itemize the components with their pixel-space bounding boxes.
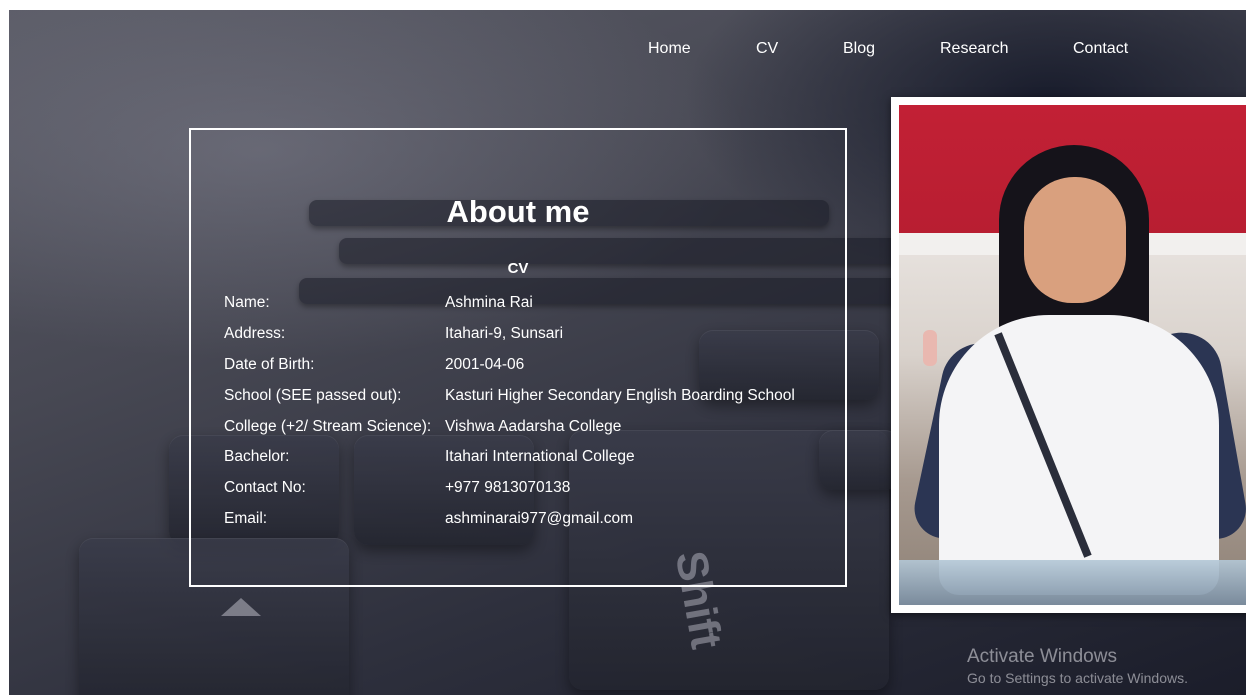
watermark-title: Activate Windows bbox=[967, 646, 1117, 667]
cv-label: Email: bbox=[224, 509, 268, 527]
windows-activation-watermark: Activate Windows Go to Settings to activ… bbox=[967, 646, 1188, 686]
cv-label: Bachelor: bbox=[224, 448, 290, 466]
cv-row-dob: Date of Birth: 2001-04-06 bbox=[224, 350, 795, 381]
profile-photo bbox=[899, 105, 1246, 605]
nav-research[interactable]: Research bbox=[940, 40, 1008, 58]
cv-value: Itahari-9, Sunsari bbox=[445, 325, 564, 343]
nav-blog[interactable]: Blog bbox=[843, 40, 875, 58]
arrow-key-glyph-icon bbox=[221, 598, 261, 616]
cv-label: School (SEE passed out): bbox=[224, 386, 402, 404]
cv-info-table: Name: Ashmina Rai Address: Itahari-9, Su… bbox=[224, 288, 795, 534]
cv-row-school: School (SEE passed out): Kasturi Higher … bbox=[224, 380, 795, 411]
cv-label: Date of Birth: bbox=[224, 355, 315, 373]
nav-contact[interactable]: Contact bbox=[1073, 40, 1128, 58]
cv-row-email: Email: ashminarai977@gmail.com bbox=[224, 504, 795, 535]
cv-value: Ashmina Rai bbox=[445, 294, 533, 312]
profile-photo-frame bbox=[891, 97, 1246, 613]
cv-value: Vishwa Aadarsha College bbox=[445, 417, 622, 435]
cv-heading: CV bbox=[507, 260, 529, 277]
cv-value: 2001-04-06 bbox=[445, 355, 525, 373]
cv-label: Address: bbox=[224, 325, 286, 343]
cv-row-college: College (+2/ Stream Science): Vishwa Aad… bbox=[224, 411, 795, 442]
cv-row-bachelor: Bachelor: Itahari International College bbox=[224, 442, 795, 473]
about-title: About me bbox=[446, 194, 590, 229]
page-background: Shift Home CV Blog Research Contact Abou… bbox=[9, 10, 1246, 695]
watermark-subtitle: Go to Settings to activate Windows. bbox=[967, 670, 1188, 686]
cv-label: College (+2/ Stream Science): bbox=[224, 417, 432, 435]
cv-value: ashminarai977@gmail.com bbox=[445, 509, 634, 527]
cv-row-contact: Contact No: +977 9813070138 bbox=[224, 473, 795, 504]
cv-label: Name: bbox=[224, 294, 270, 312]
top-nav: Home CV Blog Research Contact bbox=[9, 40, 1246, 64]
about-me-panel: About me CV Name: Ashmina Rai Address: I… bbox=[189, 128, 847, 587]
cv-value: Itahari International College bbox=[445, 448, 635, 466]
nav-home[interactable]: Home bbox=[648, 40, 691, 58]
nav-cv[interactable]: CV bbox=[756, 40, 778, 58]
cv-value: Kasturi Higher Secondary English Boardin… bbox=[445, 386, 795, 404]
cv-row-address: Address: Itahari-9, Sunsari bbox=[224, 319, 795, 350]
cv-label: Contact No: bbox=[224, 479, 306, 497]
cv-value: +977 9813070138 bbox=[445, 479, 571, 497]
cv-row-name: Name: Ashmina Rai bbox=[224, 288, 795, 319]
vase-decoration bbox=[923, 330, 937, 366]
